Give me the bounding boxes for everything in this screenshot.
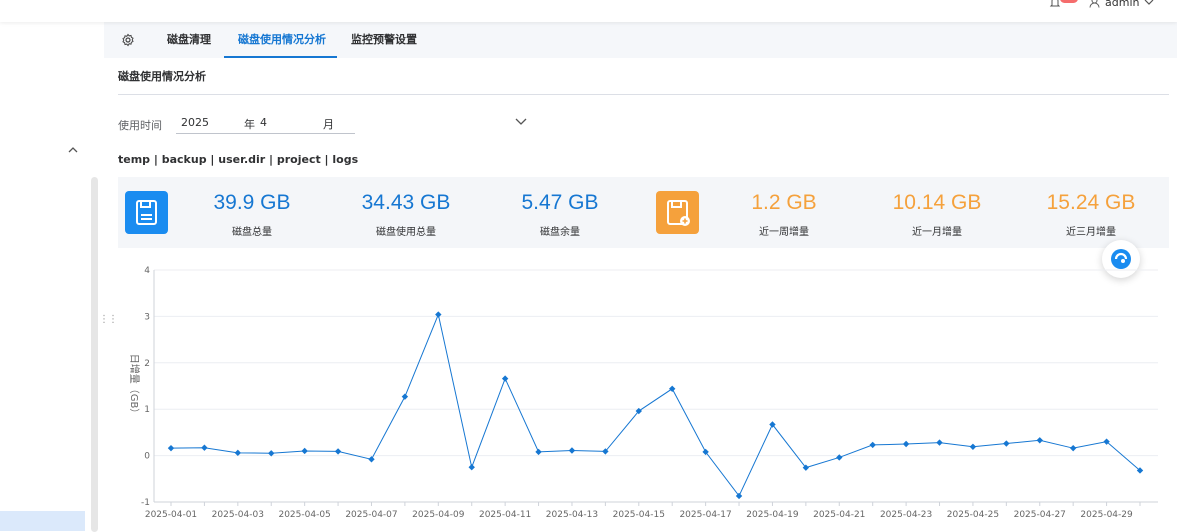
top-header: admin [0, 0, 1177, 22]
chevron-up-icon[interactable] [66, 143, 80, 157]
active-tab-indicator [224, 56, 337, 58]
bell-icon[interactable] [1049, 0, 1061, 8]
stat-value: 10.14 GB [892, 191, 982, 214]
user-menu[interactable]: admin [1089, 0, 1154, 9]
x-tick-label: 2025-04-21 [813, 510, 865, 520]
data-point [869, 441, 876, 449]
data-point [1003, 440, 1010, 447]
y-tick-label: 4 [144, 266, 150, 276]
stat-label: 磁盘总量 [232, 227, 272, 238]
notification-badge [1060, 0, 1078, 3]
data-point [201, 444, 208, 451]
y-axis-title: 日增量（GB） [128, 354, 141, 419]
data-point [936, 439, 943, 446]
section-title: 磁盘使用情况分析 [118, 70, 206, 83]
sidebar [0, 22, 100, 532]
month-value: 4 [260, 116, 267, 129]
x-tick-label: 2025-04-01 [145, 510, 197, 520]
x-tick-label: 2025-04-17 [679, 510, 731, 520]
tab-disk-cleanup[interactable]: 磁盘清理 [167, 22, 211, 58]
stat-value: 1.2 GB [751, 191, 817, 214]
daily-increase-chart: -1 0 1 2 3 4 日增量（GB） 2025-04-01 2025-04-03 2025-0… [128, 266, 1158, 520]
stat-label: 近三月增量 [1066, 227, 1116, 238]
stat-value: 34.43 GB [361, 191, 451, 214]
y-tick-label: 1 [144, 405, 150, 415]
disk-add-icon [656, 191, 699, 234]
data-point [568, 447, 576, 454]
x-tick-label: 2025-04-19 [746, 510, 799, 520]
user-icon [1089, 0, 1100, 8]
data-point [401, 393, 409, 400]
month-picker[interactable]: 2025 年 4 月 [176, 112, 527, 134]
data-point [167, 444, 175, 452]
tab-bar: 磁盘清理 磁盘使用情况分析 监控预警设置 [104, 22, 1177, 58]
x-tick-label: 2025-04-13 [546, 510, 598, 520]
y-tick-label: 3 [144, 312, 150, 322]
x-tick-label: 2025-04-15 [613, 510, 665, 520]
stat-label: 近一月增量 [912, 227, 962, 238]
data-point [334, 448, 342, 455]
year-value: 2025 [181, 116, 209, 129]
stat-value: 39.9 GB [213, 191, 291, 214]
x-tick-label: 2025-04-05 [278, 510, 330, 520]
year-unit: 年 [244, 118, 255, 131]
x-tick-label: 2025-04-07 [345, 510, 397, 520]
x-tick-label: 2025-04-23 [880, 510, 932, 520]
data-point [234, 449, 242, 457]
stat-value: 15.24 GB [1046, 191, 1136, 214]
stats-panel: 39.9 GB 磁盘总量 34.43 GB 磁盘使用总量 5.47 GB 磁盘余… [118, 177, 1169, 248]
data-point [1036, 437, 1043, 444]
tab-disk-usage-analysis[interactable]: 磁盘使用情况分析 [238, 22, 326, 58]
sidebar-scrollbar[interactable] [91, 177, 98, 532]
disk-save-icon [125, 191, 168, 234]
chevron-down-icon [515, 118, 527, 125]
stat-label: 磁盘使用总量 [376, 227, 436, 238]
x-tick-label: 2025-04-03 [212, 510, 264, 520]
y-tick-label: 0 [144, 452, 150, 462]
stat-value: 5.47 GB [521, 191, 599, 214]
divider [118, 94, 1169, 95]
x-tick-label: 2025-04-27 [1014, 510, 1066, 520]
sidebar-item-active[interactable] [0, 511, 85, 531]
y-tick-label: -1 [141, 498, 150, 508]
x-tick-label: 2025-04-29 [1080, 510, 1133, 520]
data-point [368, 456, 375, 463]
tab-monitor-alert-settings[interactable]: 监控预警设置 [351, 22, 417, 58]
data-point [969, 443, 977, 450]
data-point [535, 448, 542, 456]
gear-icon[interactable] [121, 33, 135, 47]
directory-list: temp | backup | user.dir | project | log… [118, 153, 359, 166]
data-point [468, 464, 475, 471]
data-point [1069, 444, 1077, 452]
stat-label: 磁盘余量 [540, 227, 580, 238]
stat-label: 近一周增量 [759, 227, 809, 238]
x-tick-label: 2025-04-25 [947, 510, 999, 520]
series-line [170, 312, 1141, 497]
time-filter-label: 使用时间 [118, 119, 162, 132]
month-unit: 月 [323, 118, 334, 131]
data-point [301, 447, 308, 455]
x-tick-label: 2025-04-09 [412, 510, 465, 520]
data-point [669, 385, 676, 392]
y-tick-label: 2 [144, 359, 150, 369]
chevron-down-icon [1145, 0, 1154, 5]
user-name: admin [1105, 0, 1140, 9]
data-point [902, 440, 910, 448]
x-tick-label: 2025-04-11 [479, 510, 531, 520]
data-point [501, 375, 509, 382]
